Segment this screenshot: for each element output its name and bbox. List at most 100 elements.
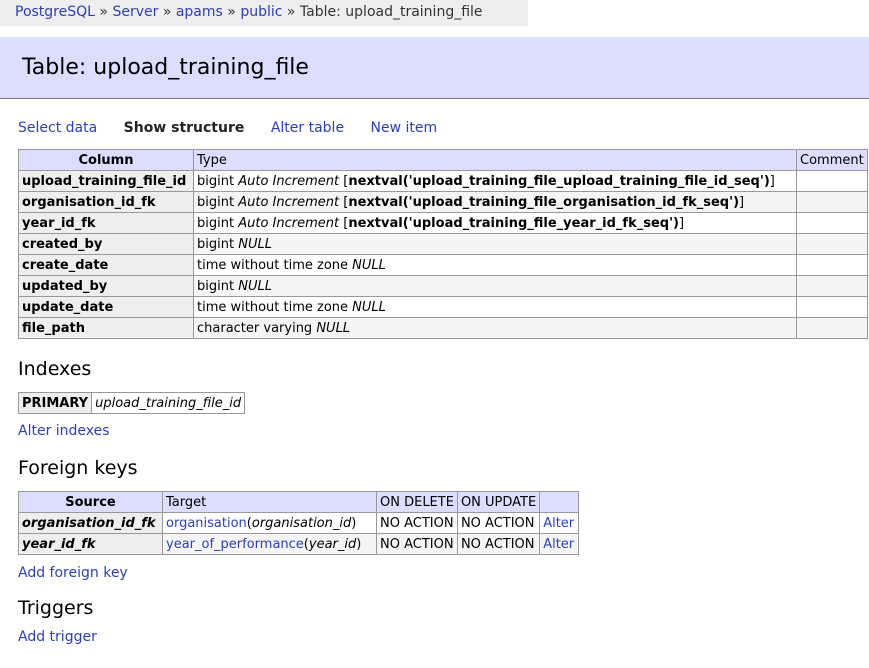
column-name: organisation_id_fk <box>18 191 194 213</box>
type-attribute: Auto Increment <box>238 215 340 231</box>
fk-action: Alter <box>539 512 580 534</box>
fk-alter-link[interactable]: Alter <box>543 537 574 552</box>
action-header <box>539 491 580 513</box>
foreign-keys-table: Source Target ON DELETE ON UPDATE organi… <box>18 491 580 555</box>
column-comment <box>796 170 868 192</box>
type-attribute: NULL <box>238 278 272 294</box>
type-attribute: NULL <box>352 257 386 273</box>
table-row: update_date time without time zone NULL <box>18 296 868 318</box>
new-item-link[interactable]: New item <box>371 120 438 136</box>
breadcrumb-separator: » <box>227 4 236 20</box>
default-value: nextval('upload_training_file_year_id_fk… <box>348 215 680 231</box>
column-name: update_date <box>18 296 194 318</box>
default-value: nextval('upload_training_file_organisati… <box>348 194 740 210</box>
type-name: bigint <box>197 194 235 210</box>
index-columns: upload_training_file_id <box>95 395 242 411</box>
triggers-heading: Triggers <box>18 597 94 619</box>
fk-on-delete: NO ACTION <box>376 512 458 534</box>
column-type: character varying NULL <box>193 317 797 339</box>
type-header: Type <box>193 149 797 171</box>
type-attribute: NULL <box>238 236 272 252</box>
breadcrumb-schema[interactable]: public <box>240 4 282 20</box>
target-header: Target <box>162 491 377 513</box>
table-row: file_path character varying NULL <box>18 317 868 339</box>
source-header: Source <box>18 491 163 513</box>
type-name: bigint <box>197 236 235 252</box>
add-foreign-key-link[interactable]: Add foreign key <box>18 565 128 581</box>
alter-table-link[interactable]: Alter table <box>271 120 344 136</box>
fk-source: year_id_fk <box>18 533 163 555</box>
fk-target: year_of_performance(year_id) <box>162 533 377 555</box>
default-value: nextval('upload_training_file_upload_tra… <box>348 173 770 189</box>
type-name: time without time zone <box>197 299 349 315</box>
column-comment <box>796 317 868 339</box>
alter-indexes-link[interactable]: Alter indexes <box>18 423 110 439</box>
column-name: year_id_fk <box>18 212 194 234</box>
fk-target-table-link[interactable]: organisation <box>166 516 247 531</box>
column-type: bigint NULL <box>193 233 797 255</box>
page-header: Table: upload_training_file <box>0 37 869 99</box>
column-name: create_date <box>18 254 194 276</box>
main-content: Select data Show structure Alter table N… <box>17 118 869 645</box>
column-name: file_path <box>18 317 194 339</box>
indexes-heading: Indexes <box>18 358 92 380</box>
table-row: organisation_id_fk organisation(organisat… <box>18 512 580 534</box>
column-type: bigint Auto Increment [nextval('upload_t… <box>193 191 797 213</box>
fk-on-update: NO ACTION <box>456 533 541 555</box>
on-update-header: ON UPDATE <box>456 491 541 513</box>
breadcrumb-separator: » <box>99 4 108 20</box>
on-delete-header: ON DELETE <box>376 491 458 513</box>
type-name: time without time zone <box>197 257 349 273</box>
fk-source: organisation_id_fk <box>18 512 163 534</box>
add-trigger-link[interactable]: Add trigger <box>18 629 97 645</box>
type-name: character varying <box>197 320 313 336</box>
type-attribute: Auto Increment <box>238 173 340 189</box>
column-name: updated_by <box>18 275 194 297</box>
type-attribute: NULL <box>316 320 351 336</box>
column-type: bigint Auto Increment [nextval('upload_t… <box>193 212 797 234</box>
foreign-keys-heading: Foreign keys <box>18 457 138 479</box>
table-row: create_date time without time zone NULL <box>18 254 868 276</box>
column-name: created_by <box>18 233 194 255</box>
type-name: bigint <box>197 173 235 189</box>
type-name: bigint <box>197 215 235 231</box>
column-comment <box>796 212 868 234</box>
breadcrumb-current: Table: upload_training_file <box>299 4 483 20</box>
column-name: upload_training_file_id <box>18 170 194 192</box>
type-name: bigint <box>197 278 235 294</box>
column-comment <box>796 296 868 318</box>
fk-target: organisation(organisation_id) <box>162 512 377 534</box>
table-row: upload_training_file_id bigint Auto Incre… <box>18 170 868 192</box>
column-comment <box>796 233 868 255</box>
fk-target-column: year_id <box>308 536 357 552</box>
columns-table: Column Type Comment upload_training_file… <box>18 149 868 339</box>
breadcrumb-separator: » <box>286 4 296 20</box>
table-row: PRIMARY upload_training_file_id <box>17 392 246 414</box>
table-row: year_id_fk year_of_performance(year_id) NO… <box>18 533 580 555</box>
select-data-link[interactable]: Select data <box>18 120 97 136</box>
column-type: bigint Auto Increment [nextval('upload_t… <box>193 170 797 192</box>
page-title: Table: upload_training_file <box>22 55 309 80</box>
breadcrumb-server[interactable]: Server <box>112 4 158 20</box>
breadcrumb-database[interactable]: apams <box>176 4 223 20</box>
fk-target-table-link[interactable]: year_of_performance <box>166 537 304 552</box>
table-row: organisation_id_fk bigint Auto Increment … <box>18 191 868 213</box>
breadcrumb-separator: » <box>162 4 172 20</box>
fk-alter-link[interactable]: Alter <box>543 516 574 531</box>
column-header: Column <box>18 149 194 171</box>
table-row: year_id_fk bigint Auto Increment [nextval… <box>18 212 868 234</box>
column-type: time without time zone NULL <box>193 296 797 318</box>
type-attribute: Auto Increment <box>238 194 340 210</box>
table-row: created_by bigint NULL <box>18 233 868 255</box>
indexes-table: PRIMARY upload_training_file_id <box>17 392 246 414</box>
fk-on-delete: NO ACTION <box>376 533 458 555</box>
breadcrumb-postgresql[interactable]: PostgreSQL <box>15 4 95 20</box>
fk-target-column: organisation_id <box>251 515 352 531</box>
comment-header: Comment <box>796 149 868 171</box>
show-structure-link: Show structure <box>123 120 245 136</box>
column-type: time without time zone NULL <box>193 254 797 276</box>
fk-on-update: NO ACTION <box>456 512 541 534</box>
fk-action: Alter <box>539 533 580 555</box>
type-attribute: NULL <box>352 299 386 315</box>
index-type: PRIMARY <box>17 392 93 414</box>
